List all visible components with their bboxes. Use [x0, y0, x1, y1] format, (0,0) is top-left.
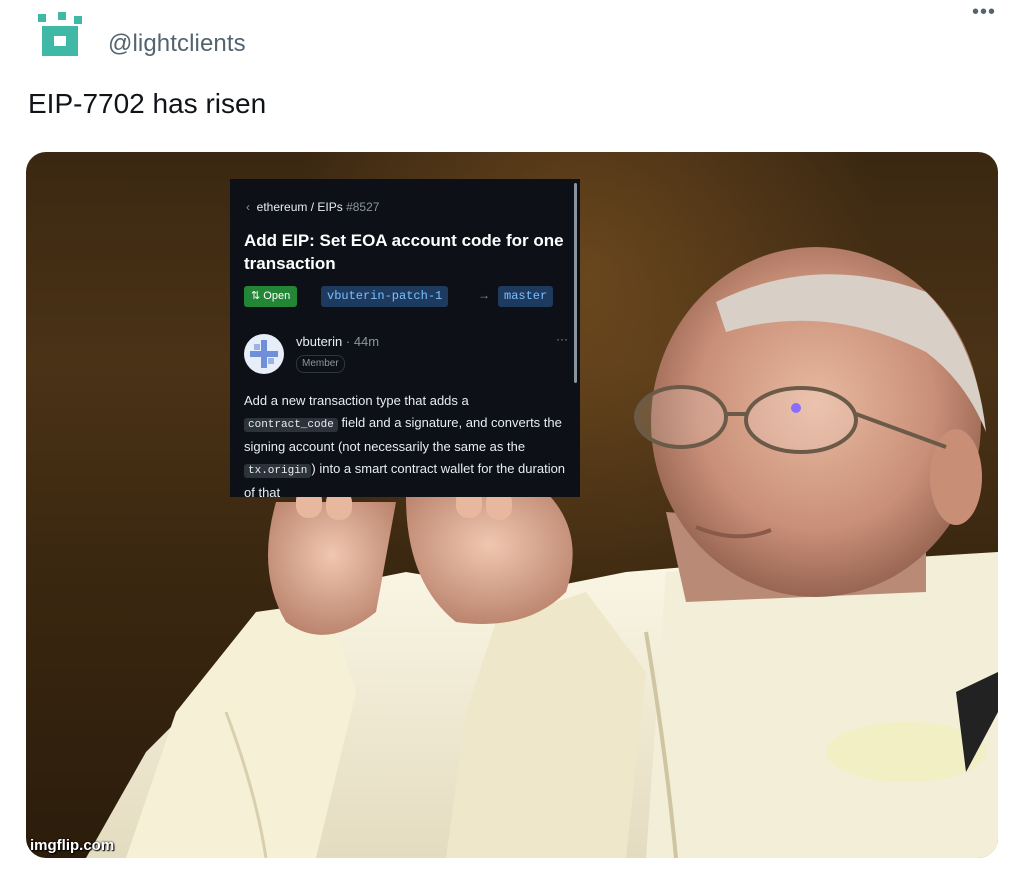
- arrow-right-icon: →: [478, 288, 490, 302]
- base-branch: master: [498, 286, 554, 307]
- status-badge: ⇅ Open: [244, 286, 298, 307]
- author-name: vbuterin: [296, 334, 343, 349]
- kebab-menu-icon: ···: [556, 332, 568, 346]
- breadcrumb-repo: ethereum / EIPs: [256, 200, 343, 214]
- scrollbar: [574, 183, 577, 383]
- pr-title: Add EIP: Set EOA account code for one tr…: [244, 231, 564, 273]
- status-label: Open: [263, 290, 291, 302]
- code-contract-code: contract_code: [244, 418, 338, 432]
- author-line: vbuterin · 44m: [296, 334, 379, 349]
- tweet-text: EIP-7702 has risen: [28, 88, 267, 119]
- role-badge: Member: [296, 355, 345, 373]
- timestamp: · 44m: [345, 334, 380, 349]
- pixel-logo-icon[interactable]: [28, 4, 92, 68]
- back-chevron-icon: ‹: [246, 200, 250, 214]
- author-avatar: [244, 334, 284, 374]
- imgflip-watermark: imgflip.com: [30, 837, 115, 854]
- user-handle[interactable]: @lightclients: [108, 30, 246, 58]
- pr-number: #8527: [346, 200, 380, 214]
- desc-part-1: Add a new transaction type that adds a: [244, 393, 469, 408]
- head-branch: vbuterin-patch-1: [321, 286, 449, 307]
- more-options-icon[interactable]: •••: [972, 2, 996, 22]
- breadcrumb: ‹ ethereum / EIPs #8527: [246, 200, 379, 214]
- tweet-media-image[interactable]: ‹ ethereum / EIPs #8527 Add EIP: Set EOA…: [26, 152, 998, 858]
- tweet: @lightclients ••• EIP-7702 has risen ‹ e…: [0, 0, 1024, 875]
- pr-description: Add a new transaction type that adds a c…: [244, 390, 566, 497]
- code-tx-origin: tx.origin: [244, 464, 312, 478]
- github-pr-screenshot: ‹ ethereum / EIPs #8527 Add EIP: Set EOA…: [230, 179, 580, 497]
- pull-request-icon: ⇅: [251, 290, 261, 302]
